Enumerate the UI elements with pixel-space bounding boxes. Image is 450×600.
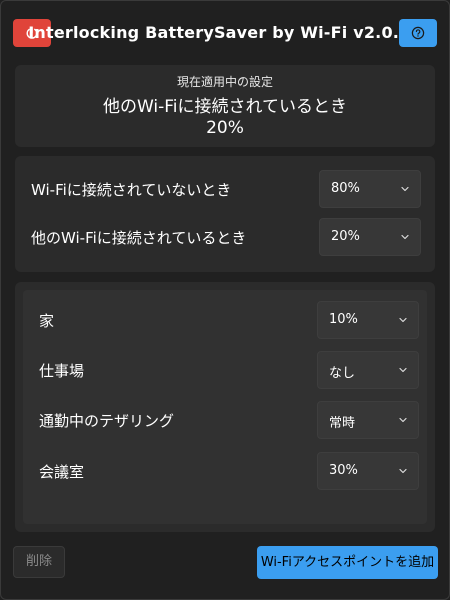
- general-settings-card: Wi-Fiに接続されていないとき 80% 他のWi-Fiに接続されているとき 2…: [15, 156, 435, 272]
- chevron-down-icon: [401, 234, 409, 240]
- network-list: 家 10% 仕事場 なし 通勤中のテザリング 常時 会議室 30%: [23, 290, 427, 524]
- network-select-value: なし: [329, 366, 356, 381]
- title-bar: Interlocking BatterySaver by Wi-Fi v2.0.…: [1, 1, 449, 65]
- chevron-down-icon: [399, 317, 407, 323]
- no-wifi-select[interactable]: 80%: [319, 170, 421, 208]
- chevron-down-icon: [401, 186, 409, 192]
- network-label-meeting-room: 会議室: [39, 463, 85, 481]
- add-wifi-button[interactable]: Wi-Fiアクセスポイントを追加: [257, 546, 438, 579]
- network-select-tethering[interactable]: 常時: [317, 401, 419, 439]
- network-select-work[interactable]: なし: [317, 351, 419, 389]
- app-title: Interlocking BatterySaver by Wi-Fi v2.0.…: [28, 23, 422, 42]
- current-setting-card: 現在適用中の設定 他のWi-Fiに接続されているとき 20%: [15, 65, 435, 147]
- network-list-panel: 家 10% 仕事場 なし 通勤中のテザリング 常時 会議室 30%: [15, 282, 435, 532]
- no-wifi-label: Wi-Fiに接続されていないとき: [31, 181, 232, 199]
- current-setting-condition: 他のWi-Fiに接続されているとき: [102, 97, 348, 117]
- no-wifi-select-value: 80%: [331, 181, 360, 196]
- network-select-meeting-room[interactable]: 30%: [317, 452, 419, 490]
- help-icon: [411, 26, 425, 40]
- network-select-value: 30%: [329, 463, 358, 478]
- other-wifi-select[interactable]: 20%: [319, 218, 421, 256]
- network-select-value: 常時: [329, 416, 356, 431]
- delete-button[interactable]: 削除: [13, 546, 65, 578]
- chevron-down-icon: [399, 468, 407, 474]
- other-wifi-select-value: 20%: [331, 229, 360, 244]
- current-setting-label: 現在適用中の設定: [176, 75, 273, 89]
- network-label-work: 仕事場: [39, 362, 85, 380]
- help-button[interactable]: [399, 19, 437, 47]
- other-wifi-label: 他のWi-Fiに接続されているとき: [31, 229, 247, 247]
- chevron-down-icon: [399, 417, 407, 423]
- current-setting-value: 20%: [206, 118, 244, 138]
- network-label-home: 家: [39, 312, 55, 330]
- app-window: Interlocking BatterySaver by Wi-Fi v2.0.…: [0, 0, 450, 600]
- network-label-tethering: 通勤中のテザリング: [39, 412, 175, 430]
- chevron-down-icon: [399, 367, 407, 373]
- network-select-home[interactable]: 10%: [317, 301, 419, 339]
- network-select-value: 10%: [329, 312, 358, 327]
